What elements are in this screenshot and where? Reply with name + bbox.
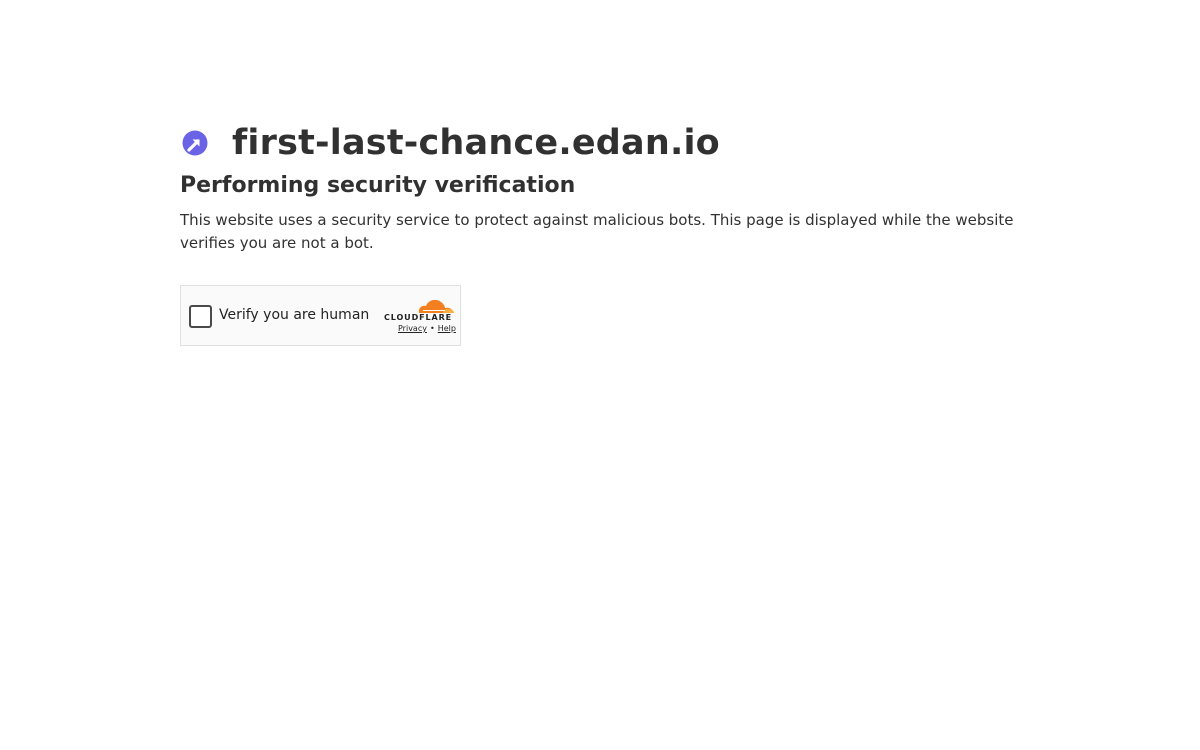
verify-checkbox[interactable] [189,305,212,328]
link-separator: • [429,324,435,333]
cloudflare-wordmark: CLOUDFLARE [384,313,452,322]
site-favicon-icon [180,128,210,158]
page-subtitle: Performing security verification [180,173,576,198]
privacy-link[interactable]: Privacy [398,324,427,333]
page-description: This website uses a security service to … [180,211,1014,252]
turnstile-widget: Verify you are human CLOUDFLARE Privacy •… [180,285,461,346]
site-heading: first-last-chance.edan.io [180,118,720,168]
widget-links: Privacy • Help [398,324,456,333]
site-name: first-last-chance.edan.io [232,123,720,163]
help-link[interactable]: Help [438,324,456,333]
verify-label: Verify you are human [219,307,370,323]
